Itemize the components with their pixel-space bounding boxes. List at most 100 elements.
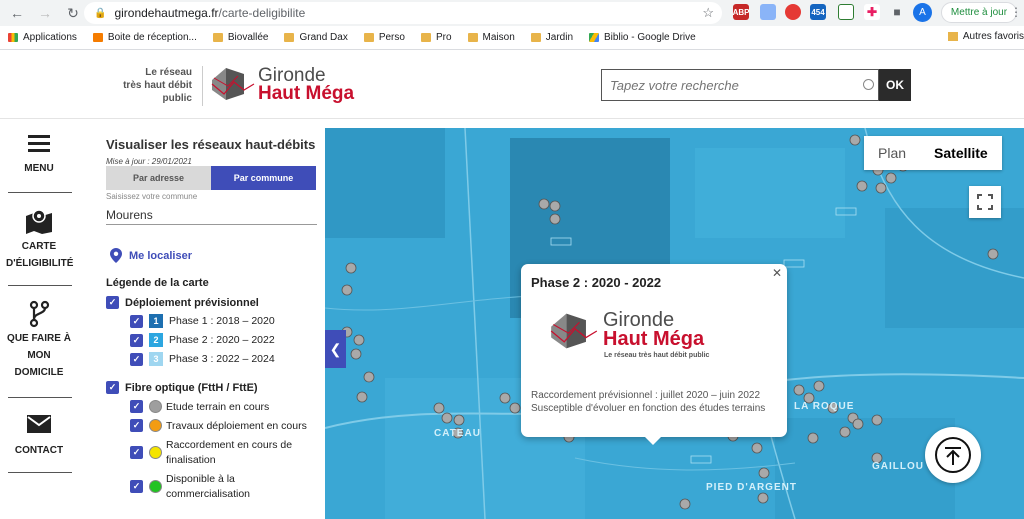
legend-item-label: Phase 2 : 2020 – 2022 bbox=[169, 334, 275, 346]
nav-label: DOMICILE bbox=[14, 367, 64, 378]
map-pin-icon bbox=[26, 209, 52, 234]
location-pin-icon bbox=[110, 248, 122, 263]
address-bar[interactable]: 🔒 girondehautmega.fr /carte-deligibilite… bbox=[84, 2, 722, 24]
bookmark-label: Autres favoris bbox=[962, 31, 1024, 42]
bookmark-folder[interactable]: Perso bbox=[363, 32, 405, 43]
reload-icon[interactable]: ↻ bbox=[62, 2, 84, 24]
logo-divider bbox=[202, 66, 203, 106]
checkbox-checked[interactable]: ✓ bbox=[130, 446, 143, 459]
search-clear-icon[interactable] bbox=[863, 79, 874, 90]
logo-text[interactable]: Gironde Haut Méga bbox=[258, 66, 355, 104]
search-ok-button[interactable]: OK bbox=[879, 69, 911, 101]
checkbox-checked[interactable]: ✓ bbox=[106, 296, 119, 309]
bookmark-folder[interactable]: Biovallée bbox=[212, 32, 269, 43]
nav-label: D'ÉLIGIBILITÉ bbox=[6, 258, 74, 269]
collapse-panel-button[interactable]: ❮ bbox=[325, 330, 346, 368]
nav-carte[interactable]: CARTE D'ÉLIGIBILITÉ bbox=[6, 208, 74, 272]
legend-item-disponible[interactable]: ✓ Disponible à la commercialisation bbox=[130, 472, 250, 502]
avatar[interactable]: A bbox=[913, 3, 932, 22]
legend-group-fibre[interactable]: ✓ Fibre optique (FttH / FttE) bbox=[106, 381, 258, 394]
fullscreen-button[interactable] bbox=[969, 186, 1001, 218]
back-icon[interactable]: ← bbox=[6, 2, 28, 24]
close-icon[interactable]: ✕ bbox=[772, 266, 782, 280]
nav-label: MENU bbox=[24, 163, 54, 174]
legend-item-phase-3[interactable]: ✓ 3 Phase 3 : 2022 – 2024 bbox=[130, 352, 275, 366]
menu-icon[interactable]: ⋮ bbox=[1010, 5, 1022, 19]
locate-label: Me localiser bbox=[129, 249, 192, 262]
popup-disclaimer-text: Susceptible d'évoluer en fonction des ét… bbox=[531, 403, 766, 414]
checkbox-checked[interactable]: ✓ bbox=[130, 314, 143, 328]
legend-group-label: Déploiement prévisionnel bbox=[125, 296, 259, 309]
map-place-label: PIED D'ARGENT bbox=[706, 482, 797, 493]
tab-par-commune[interactable]: Par commune bbox=[211, 166, 316, 190]
legend-item-raccordement[interactable]: ✓ Raccordement en cours de finalisation bbox=[130, 438, 292, 468]
status-dot-orange bbox=[149, 419, 162, 432]
left-navigation: MENU CARTE D'ÉLIGIBILITÉ QUE FAIRE À MON… bbox=[0, 120, 86, 519]
bookmark-other[interactable]: Autres favoris bbox=[947, 31, 1024, 42]
map-type-satellite-button[interactable]: Satellite bbox=[920, 136, 1002, 170]
status-dot-yellow bbox=[149, 446, 162, 459]
url-host: girondehautmega.fr bbox=[114, 6, 219, 20]
tab-par-adresse[interactable]: Par adresse bbox=[106, 166, 211, 190]
map-place-label: CATEAU bbox=[434, 428, 481, 439]
legend-item-label: Phase 3 : 2022 – 2024 bbox=[169, 353, 275, 365]
search-box bbox=[601, 69, 879, 101]
slack-extension-icon[interactable]: ✚ bbox=[864, 4, 880, 20]
logo-mark-icon[interactable] bbox=[210, 64, 256, 104]
update-button[interactable]: Mettre à jour bbox=[941, 2, 1017, 23]
bookmark-label: Pro bbox=[435, 32, 452, 43]
forward-icon[interactable]: → bbox=[34, 2, 56, 24]
city-input[interactable] bbox=[106, 205, 317, 225]
legend-item-phase-2[interactable]: ✓ 2 Phase 2 : 2020 – 2022 bbox=[130, 333, 275, 347]
checkbox-checked[interactable]: ✓ bbox=[130, 333, 143, 347]
nav-menu[interactable]: MENU bbox=[6, 134, 72, 177]
logo-line-2: Haut Méga bbox=[258, 83, 355, 104]
legend-line: Disponible à la bbox=[166, 473, 235, 485]
site-header: Le réseau très haut débit public Gironde… bbox=[0, 50, 1024, 119]
folder-icon bbox=[212, 33, 223, 42]
bookmark-star-icon[interactable]: ☆ bbox=[702, 5, 714, 21]
bookmark-folder[interactable]: Pro bbox=[420, 32, 452, 43]
docs-extension-icon[interactable] bbox=[760, 4, 776, 20]
counter-extension-icon[interactable]: 454 bbox=[810, 4, 826, 20]
nav-divider bbox=[8, 397, 72, 398]
panel-title: Visualiser les réseaux haut-débits bbox=[106, 137, 316, 152]
folder-icon bbox=[947, 32, 958, 41]
scroll-to-top-button[interactable] bbox=[925, 427, 981, 483]
bookmark-folder[interactable]: Grand Dax bbox=[284, 32, 348, 43]
legend-item-phase-1[interactable]: ✓ 1 Phase 1 : 2018 – 2020 bbox=[130, 314, 275, 328]
bookmark-drive[interactable]: Biblio - Google Drive bbox=[589, 32, 696, 43]
puzzle-icon[interactable]: ■ bbox=[889, 4, 905, 20]
bookmark-label: Biblio - Google Drive bbox=[604, 32, 696, 43]
legend-item-etude[interactable]: ✓ Etude terrain en cours bbox=[130, 400, 269, 413]
fullscreen-icon bbox=[977, 194, 993, 210]
envelope-icon bbox=[27, 415, 51, 433]
adblock-extension-icon[interactable]: ABP bbox=[733, 4, 749, 20]
info-popup: Phase 2 : 2020 - 2022 ✕ Gironde Haut Még… bbox=[521, 264, 787, 445]
nav-contact[interactable]: CONTACT bbox=[6, 414, 72, 459]
locate-me-link[interactable]: Me localiser bbox=[110, 248, 192, 263]
map-type-plan-button[interactable]: Plan bbox=[864, 136, 920, 170]
search-input[interactable] bbox=[610, 77, 860, 93]
bookmark-apps[interactable]: Applications bbox=[8, 32, 77, 43]
legend-item-label: Disponible à la commercialisation bbox=[166, 472, 250, 502]
tagline-line: très haut débit bbox=[123, 80, 192, 91]
calendar-extension-icon[interactable] bbox=[838, 4, 854, 20]
bookmark-label: Grand Dax bbox=[299, 32, 348, 43]
checkbox-checked[interactable]: ✓ bbox=[130, 480, 143, 493]
bookmark-folder[interactable]: Jardin bbox=[530, 32, 573, 43]
map-type-control: Plan Satellite bbox=[864, 136, 1002, 170]
bookmark-folder[interactable]: Maison bbox=[467, 32, 515, 43]
legend-group-deploiement[interactable]: ✓ Déploiement prévisionnel bbox=[106, 296, 259, 309]
phase-badge: 2 bbox=[149, 333, 163, 347]
checkbox-checked[interactable]: ✓ bbox=[106, 381, 119, 394]
legend-item-travaux[interactable]: ✓ Travaux déploiement en cours bbox=[130, 419, 307, 432]
popup-logo-line-2: Haut Méga bbox=[603, 328, 705, 350]
checkbox-checked[interactable]: ✓ bbox=[130, 352, 143, 366]
nav-que-faire[interactable]: QUE FAIRE À MON DOMICILE bbox=[6, 300, 72, 381]
checkbox-checked[interactable]: ✓ bbox=[130, 419, 143, 432]
bookmark-inbox[interactable]: Boite de réception... bbox=[92, 32, 197, 43]
bookmark-label: Biovallée bbox=[227, 32, 269, 43]
checkbox-checked[interactable]: ✓ bbox=[130, 400, 143, 413]
ublock-extension-icon[interactable] bbox=[785, 4, 801, 20]
